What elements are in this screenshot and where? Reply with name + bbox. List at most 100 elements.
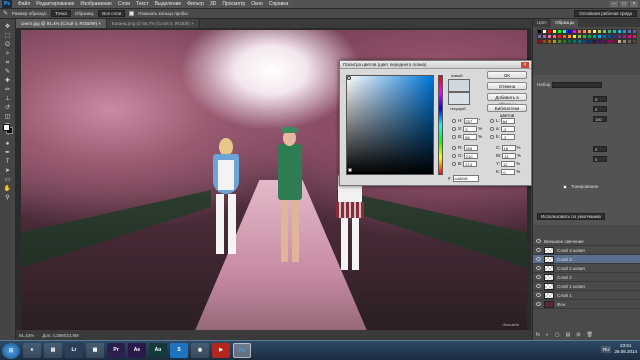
tab-swatches[interactable]: Образцы: [551, 19, 579, 27]
menu-edit[interactable]: Редактирование: [33, 1, 77, 7]
hex-input[interactable]: cdd2d5: [452, 175, 479, 182]
folder-icon[interactable]: ▤: [566, 332, 571, 338]
input-g[interactable]: 210: [463, 152, 478, 159]
cancel-button[interactable]: Отмена: [487, 82, 527, 90]
eye-icon[interactable]: [536, 275, 541, 279]
color-picker-marker[interactable]: [347, 76, 351, 80]
radio-g[interactable]: [452, 153, 456, 158]
close-icon[interactable]: ×: [630, 1, 638, 7]
hue-slider[interactable]: [438, 75, 443, 175]
quick-select-tool-icon[interactable]: ✧: [3, 50, 13, 58]
eraser-tool-icon[interactable]: ◫: [3, 113, 13, 121]
tab-document-2[interactable]: Катана.png @ 66,7% (Слой 3, RGB/8) ×: [106, 19, 200, 28]
menu-3d[interactable]: 3D: [207, 1, 219, 7]
radio-b[interactable]: [452, 134, 456, 139]
radio-a[interactable]: [490, 126, 494, 131]
eyedropper-tool-icon[interactable]: ✎: [3, 10, 8, 17]
taskbar-media-icon[interactable]: ▶: [212, 343, 230, 358]
swatch-cell[interactable]: [632, 39, 637, 44]
eye-icon[interactable]: [536, 266, 541, 270]
lasso-tool-icon[interactable]: ʘ: [3, 41, 13, 49]
taskbar-premiere-icon[interactable]: Pr: [107, 343, 125, 358]
layer-row[interactable]: Слой 2: [533, 273, 640, 282]
input-blue[interactable]: 213: [463, 160, 478, 167]
maximize-icon[interactable]: □: [620, 1, 628, 7]
shape-tool-icon[interactable]: ▭: [3, 176, 13, 184]
add-to-swatches-button[interactable]: Добавить в образцы: [487, 93, 527, 107]
input-l[interactable]: 84: [500, 117, 515, 124]
hand-tool-icon[interactable]: ✋: [3, 185, 13, 193]
radio-blue[interactable]: [452, 161, 456, 166]
dialog-close-button[interactable]: ×: [521, 62, 529, 68]
sample-size-select[interactable]: Точка: [51, 10, 71, 17]
layer-row[interactable]: Слой 3: [533, 255, 640, 264]
eye-icon[interactable]: [536, 293, 541, 297]
current-color-swatch[interactable]: [448, 92, 470, 105]
input-r[interactable]: 205: [463, 144, 478, 151]
menu-layers[interactable]: Слои: [115, 1, 133, 7]
menu-image[interactable]: Изображение: [77, 1, 115, 7]
taskbar-aftereffects-icon[interactable]: Ae: [128, 343, 146, 358]
layer-row[interactable]: Слой 1 копия: [533, 282, 640, 291]
new-layer-icon[interactable]: ⊞: [576, 332, 580, 338]
input-s[interactable]: 3: [463, 125, 478, 132]
radio-s[interactable]: [452, 126, 456, 131]
fx-button[interactable]: fx: [536, 332, 540, 338]
workspace-select[interactable]: Основная рабочая среда: [574, 10, 637, 17]
eye-icon[interactable]: [536, 239, 541, 243]
taskbar-chrome-icon[interactable]: ◉: [191, 343, 209, 358]
ok-button[interactable]: OK: [487, 71, 527, 79]
healing-tool-icon[interactable]: ✚: [3, 77, 13, 85]
menu-help[interactable]: Справка: [266, 1, 292, 7]
stamp-tool-icon[interactable]: ⊥: [3, 95, 13, 103]
pen-tool-icon[interactable]: ✒: [3, 149, 13, 157]
crop-tool-icon[interactable]: ⌗: [3, 59, 13, 67]
web-colors-checkbox[interactable]: [348, 167, 352, 172]
eyedropper-icon[interactable]: ✎: [3, 68, 13, 76]
radio-lab-b[interactable]: [490, 134, 494, 139]
path-select-icon[interactable]: ➤: [3, 167, 13, 175]
start-button[interactable]: ⊞: [2, 342, 20, 359]
mask-icon[interactable]: ◐: [546, 332, 549, 338]
tab-document-1[interactable]: сингл.jpg @ 91,4% (Слой 4, RGB/8#) ×: [16, 19, 107, 28]
history-brush-icon[interactable]: ↺: [3, 104, 13, 112]
apply-default-button[interactable]: Использовать по умолчанию: [537, 213, 605, 220]
eye-icon[interactable]: [536, 257, 541, 261]
type-tool-icon[interactable]: T: [3, 158, 13, 166]
hue-value[interactable]: 0: [593, 95, 607, 102]
eye-icon[interactable]: [536, 302, 541, 306]
taskbar-photoshop-icon[interactable]: Ps: [233, 343, 251, 358]
minimize-icon[interactable]: –: [610, 1, 618, 7]
language-indicator[interactable]: RU: [600, 345, 612, 353]
color-libraries-button[interactable]: Библиотеки цветов: [487, 104, 527, 118]
menu-select[interactable]: Выделение: [152, 1, 185, 7]
marquee-tool-icon[interactable]: ⬚: [3, 32, 13, 40]
input-k[interactable]: 0: [501, 168, 516, 175]
dodge-tool-icon[interactable]: ●: [3, 140, 13, 148]
lightness-value[interactable]: 100: [593, 115, 607, 122]
adjustment-layer-icon[interactable]: ▢: [555, 332, 560, 338]
zoom-tool-icon[interactable]: ⚲: [3, 194, 13, 202]
zoom-level[interactable]: 91,43%: [19, 333, 34, 338]
eye-icon[interactable]: [536, 248, 541, 252]
layer-row[interactable]: Внешнее свечение: [533, 237, 640, 246]
saturation-value[interactable]: 0: [593, 105, 607, 112]
param-value-5[interactable]: 0: [593, 155, 607, 162]
layer-row[interactable]: Слой 1: [533, 291, 640, 300]
sample-select[interactable]: Все слои: [98, 10, 126, 17]
param-value-4[interactable]: 0: [593, 145, 607, 152]
trash-icon[interactable]: 🗑: [587, 332, 593, 338]
input-lab-b[interactable]: -2: [500, 133, 515, 140]
taskbar-ie-icon[interactable]: e: [23, 343, 41, 358]
menu-filter[interactable]: Фильтр: [184, 1, 207, 7]
input-a[interactable]: -2: [500, 125, 515, 132]
input-y[interactable]: 12: [501, 160, 516, 167]
taskbar-explorer-icon[interactable]: ▤: [44, 343, 62, 358]
input-m[interactable]: 13: [502, 152, 516, 159]
tab-color[interactable]: Цвет: [533, 19, 551, 27]
input-h[interactable]: 207: [463, 117, 478, 124]
menu-file[interactable]: Файл: [15, 1, 33, 7]
layer-row[interactable]: Фон: [533, 300, 640, 309]
eye-icon[interactable]: [536, 284, 541, 288]
menu-window[interactable]: Окно: [248, 1, 266, 7]
